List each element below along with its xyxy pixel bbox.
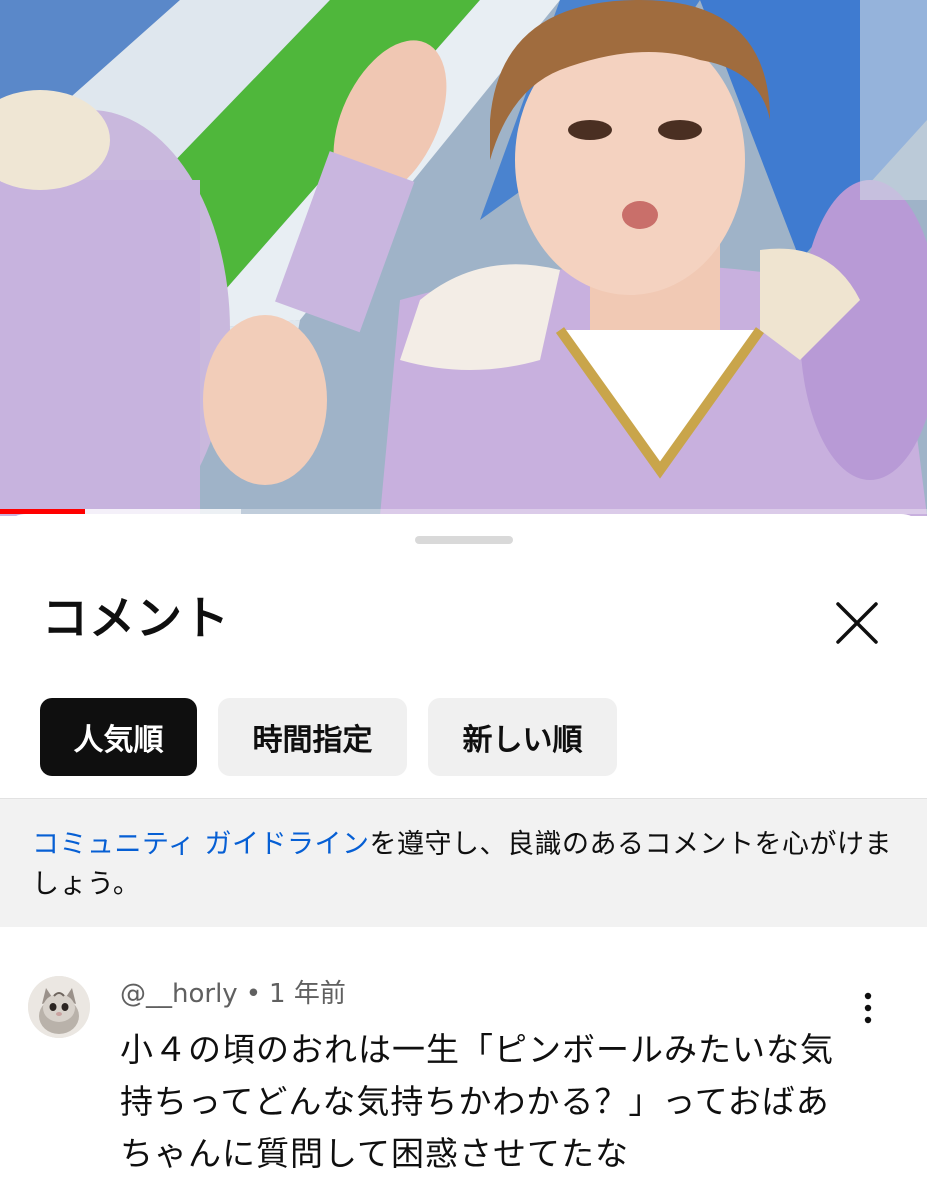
comment-meta: @__horly • 1 年前	[120, 976, 346, 1012]
video-frame-image	[0, 0, 927, 516]
comment-action-menu-button[interactable]	[848, 988, 888, 1028]
comment-item: @__horly • 1 年前 小４の頃のおれは一生「ピンボールみたいな気持ちってど…	[0, 970, 927, 1200]
comments-title: コメント	[42, 591, 230, 645]
avatar[interactable]	[28, 976, 90, 1038]
comment-author[interactable]: @__horly	[120, 979, 238, 1009]
chip-popular[interactable]: 人気順	[40, 698, 197, 776]
more-vertical-icon	[864, 992, 872, 1024]
meta-separator: •	[245, 979, 262, 1009]
comment-time: 1 年前	[269, 979, 346, 1009]
kitten-avatar-icon	[28, 976, 90, 1038]
chip-label: 人気順	[73, 723, 164, 758]
chip-timed[interactable]: 時間指定	[218, 698, 407, 776]
close-icon	[836, 602, 878, 644]
guideline-text: コミュニティ ガイドラインを遵守し、良識のあるコメントを心がけましょう。	[32, 825, 902, 905]
chip-label: 新しい順	[462, 723, 583, 758]
close-button[interactable]	[826, 592, 888, 654]
comment-text: 小４の頃のおれは一生「ピンボールみたいな気持ちってどんな気持ちかわかる？」ってお…	[120, 1030, 834, 1173]
community-guidelines-link[interactable]: コミュニティ ガイドライン	[32, 829, 369, 860]
app-root: コメント 人気順 時間指定 新しい順 コミュニティ ガイドラインを遵守し、良識の…	[0, 0, 927, 1200]
drag-handle[interactable]	[415, 536, 513, 544]
comments-sheet: コメント 人気順 時間指定 新しい順 コミュニティ ガイドラインを遵守し、良識の…	[0, 514, 927, 1200]
video-player[interactable]	[0, 0, 927, 516]
community-guideline-notice: コミュニティ ガイドラインを遵守し、良識のあるコメントを心がけましょう。	[0, 798, 927, 927]
chip-label: 時間指定	[252, 723, 373, 758]
chip-newest[interactable]: 新しい順	[428, 698, 617, 776]
